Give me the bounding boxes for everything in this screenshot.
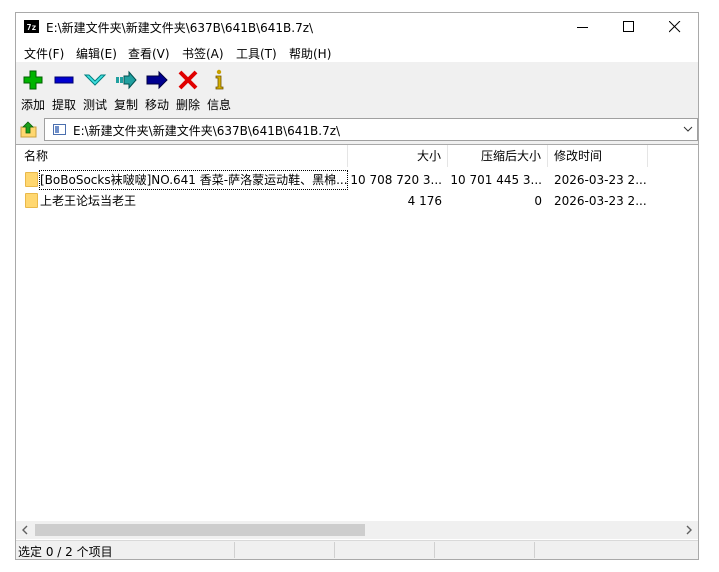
- app-window: 7z E:\新建文件夹\新建文件夹\637B\641B\641B.7z\ 文件(…: [15, 12, 699, 560]
- row-size: 4 176: [407, 194, 442, 208]
- table-row[interactable]: 上老王论坛当老王 4 176 0 2026-03-23 2...: [16, 191, 698, 211]
- menu-tools[interactable]: 工具(T): [236, 45, 277, 62]
- column-modified[interactable]: 修改时间: [548, 145, 648, 167]
- status-divider: [534, 542, 535, 558]
- column-name[interactable]: 名称: [16, 145, 348, 167]
- plus-icon: [23, 70, 43, 90]
- menu-view[interactable]: 查看(V): [128, 45, 170, 62]
- status-bar: 选定 0 / 2 个项目: [16, 540, 698, 559]
- close-icon: [669, 21, 681, 33]
- address-path: E:\新建文件夹\新建文件夹\637B\641B\641B.7z\: [73, 124, 341, 138]
- toolbar: 添加 提取 测试 复制 移动 删除 信息: [16, 62, 698, 114]
- folder-icon: [25, 193, 38, 208]
- check-icon: [83, 74, 107, 86]
- scroll-right-icon[interactable]: [680, 521, 698, 539]
- minimize-icon: [577, 27, 588, 28]
- status-divider: [234, 542, 235, 558]
- menu-file[interactable]: 文件(F): [24, 45, 64, 62]
- copy-button[interactable]: 复制: [109, 66, 143, 112]
- extract-button[interactable]: 提取: [47, 66, 81, 112]
- address-row: E:\新建文件夹\新建文件夹\637B\641B\641B.7z\: [16, 116, 698, 143]
- horizontal-scrollbar[interactable]: [16, 521, 698, 539]
- column-size[interactable]: 大小: [348, 145, 448, 167]
- row-modified: 2026-03-23 2...: [554, 173, 647, 187]
- scroll-left-icon[interactable]: [16, 521, 34, 539]
- drive-icon: [53, 124, 66, 135]
- menu-edit[interactable]: 编辑(E): [76, 45, 117, 62]
- window-title: E:\新建文件夹\新建文件夹\637B\641B\641B.7z\: [46, 21, 314, 35]
- minus-icon: [54, 76, 74, 84]
- row-modified: 2026-03-23 2...: [554, 194, 647, 208]
- scrollbar-thumb[interactable]: [35, 524, 365, 536]
- status-selection: 选定 0 / 2 个项目: [18, 545, 113, 559]
- chevron-down-icon[interactable]: [683, 123, 693, 135]
- move-arrow-icon: [146, 70, 168, 90]
- folder-icon: [25, 172, 38, 187]
- column-packed-size[interactable]: 压缩后大小: [448, 145, 548, 167]
- minimize-button[interactable]: [560, 13, 606, 42]
- move-button[interactable]: 移动: [140, 66, 174, 112]
- list-header: 名称 大小 压缩后大小 修改时间: [16, 145, 698, 167]
- info-label: 信息: [206, 98, 231, 112]
- row-name: [BoBoSocks袜啵啵]NO.641 香菜-萨洛蒙运动鞋、黑棉...: [39, 170, 348, 190]
- delete-label: 删除: [175, 98, 200, 112]
- extract-label: 提取: [51, 98, 76, 112]
- delete-x-icon: [178, 70, 198, 90]
- add-label: 添加: [20, 98, 45, 112]
- file-list[interactable]: 名称 大小 压缩后大小 修改时间 [BoBoSocks袜啵啵]NO.641 香菜…: [16, 144, 698, 540]
- delete-button[interactable]: 删除: [171, 66, 205, 112]
- info-button[interactable]: 信息: [202, 66, 236, 112]
- menu-bar: 文件(F) 编辑(E) 查看(V) 书签(A) 工具(T) 帮助(H): [16, 42, 698, 62]
- table-row[interactable]: [BoBoSocks袜啵啵]NO.641 香菜-萨洛蒙运动鞋、黑棉... 10 …: [16, 170, 698, 190]
- close-button[interactable]: [652, 13, 698, 42]
- row-packed: 0: [534, 194, 542, 208]
- copy-label: 复制: [113, 98, 138, 112]
- row-size: 10 708 720 3...: [350, 173, 442, 187]
- maximize-button[interactable]: [606, 13, 652, 42]
- maximize-icon: [623, 21, 634, 32]
- add-button[interactable]: 添加: [16, 66, 50, 112]
- move-label: 移动: [144, 98, 169, 112]
- test-button[interactable]: 测试: [78, 66, 112, 112]
- folder-up-icon: [20, 121, 37, 138]
- menu-help[interactable]: 帮助(H): [289, 45, 331, 62]
- menu-bookmarks[interactable]: 书签(A): [182, 45, 224, 62]
- row-packed: 10 701 445 3...: [450, 173, 542, 187]
- address-combobox[interactable]: E:\新建文件夹\新建文件夹\637B\641B\641B.7z\: [44, 118, 698, 141]
- status-divider: [334, 542, 335, 558]
- info-icon: [215, 69, 224, 90]
- title-bar: 7z E:\新建文件夹\新建文件夹\637B\641B\641B.7z\: [16, 13, 698, 42]
- up-folder-button[interactable]: [20, 120, 38, 138]
- row-name: 上老王论坛当老王: [40, 194, 137, 208]
- 7zip-app-icon: 7z: [24, 20, 39, 33]
- copy-arrow-icon: [116, 70, 137, 90]
- status-divider: [434, 542, 435, 558]
- test-label: 测试: [82, 98, 107, 112]
